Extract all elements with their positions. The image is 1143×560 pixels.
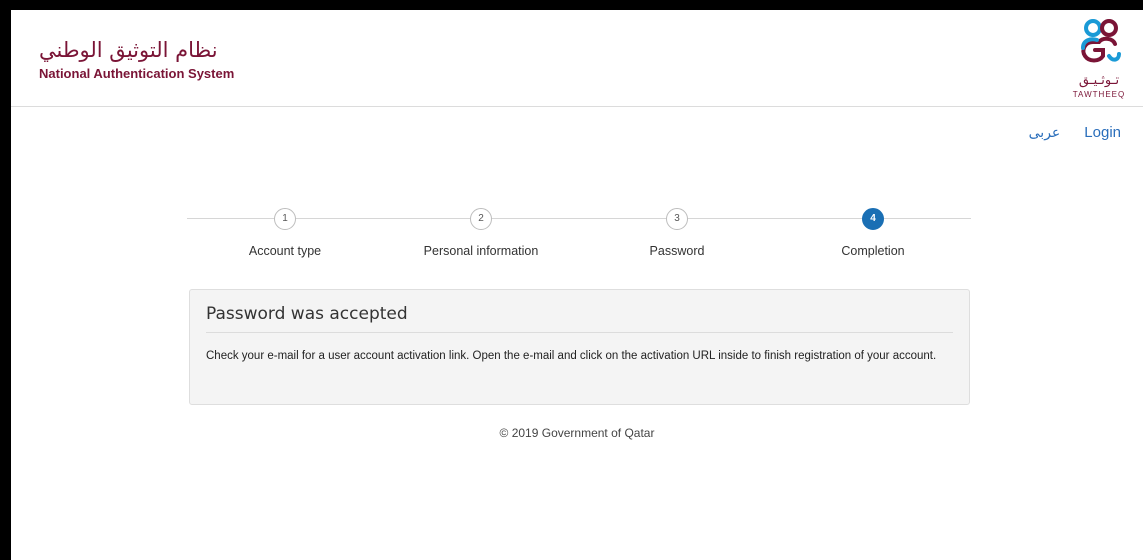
step-number: 2 bbox=[470, 208, 492, 230]
login-link[interactable]: Login bbox=[1084, 124, 1121, 141]
step-number-active: 4 bbox=[862, 208, 884, 230]
confirmation-panel: Password was accepted Check your e-mail … bbox=[189, 289, 970, 405]
step-password: 3 Password bbox=[579, 208, 775, 258]
step-account-type: 1 Account type bbox=[187, 208, 383, 258]
step-number: 1 bbox=[274, 208, 296, 230]
step-completion: 4 Completion bbox=[775, 208, 971, 258]
language-switch-link[interactable]: عربى bbox=[1029, 124, 1061, 141]
step-personal-information: 2 Personal information bbox=[383, 208, 579, 258]
tawtheeq-logo: تـوثـيـق TAWTHEEQ bbox=[1069, 18, 1129, 102]
site-header: نظام التوثيق الوطني National Authenticat… bbox=[11, 10, 1143, 107]
panel-divider bbox=[206, 332, 953, 333]
top-navigation: عربى Login bbox=[1029, 124, 1121, 141]
logo-text-arabic: تـوثـيـق bbox=[1078, 73, 1120, 88]
logo-text-english: TAWTHEEQ bbox=[1072, 90, 1126, 99]
brand-title-arabic: نظام التوثيق الوطني bbox=[39, 38, 218, 62]
step-number: 3 bbox=[666, 208, 688, 230]
footer-copyright: © 2019 Government of Qatar bbox=[499, 426, 655, 440]
step-label: Completion bbox=[841, 244, 905, 258]
step-label: Personal information bbox=[423, 244, 539, 258]
page-frame: نظام التوثيق الوطني National Authenticat… bbox=[11, 10, 1143, 560]
panel-title: Password was accepted bbox=[206, 304, 408, 324]
tawtheeq-logo-icon bbox=[1081, 19, 1121, 63]
brand-title-english: National Authentication System bbox=[39, 66, 235, 81]
panel-message: Check your e-mail for a user account act… bbox=[206, 350, 937, 362]
registration-stepper: 1 Account type 2 Personal information 3 … bbox=[187, 208, 971, 268]
step-label: Password bbox=[649, 244, 705, 258]
step-label: Account type bbox=[248, 244, 322, 258]
